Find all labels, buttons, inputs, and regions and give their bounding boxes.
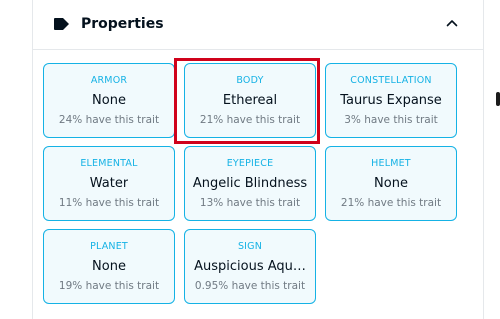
trait-type: ARMOR	[90, 74, 128, 86]
trait-type: HELMET	[371, 157, 411, 169]
trait-value: Auspicious Aqu…	[194, 258, 306, 274]
trait-rarity: 24% have this trait	[58, 113, 160, 126]
trait-card-elemental[interactable]: ELEMENTAL Water 11% have this trait	[43, 146, 175, 221]
trait-value: Ethereal	[222, 92, 278, 108]
scroll-indicator[interactable]	[496, 92, 500, 106]
trait-rarity: 21% have this trait	[199, 113, 301, 126]
trait-card-eyepiece[interactable]: EYEPIECE Angelic Blindness 13% have this…	[184, 146, 316, 221]
trait-type: ELEMENTAL	[80, 157, 138, 169]
properties-header[interactable]: Properties	[33, 0, 483, 50]
tag-icon	[54, 18, 69, 30]
trait-value: None	[92, 258, 126, 274]
trait-type: SIGN	[237, 240, 263, 252]
traits-grid: ARMOR None 24% have this trait BODY Ethe…	[43, 63, 457, 304]
trait-card-body[interactable]: BODY Ethereal 21% have this trait	[184, 63, 316, 138]
trait-type: EYEPIECE	[226, 157, 274, 169]
trait-rarity: 3% have this trait	[344, 113, 438, 126]
trait-value: None	[92, 92, 126, 108]
trait-rarity: 13% have this trait	[199, 196, 301, 209]
trait-rarity: 11% have this trait	[58, 196, 160, 209]
trait-type: PLANET	[90, 240, 128, 252]
trait-value: None	[374, 175, 408, 191]
trait-rarity: 19% have this trait	[58, 279, 160, 292]
trait-rarity: 0.95% have this trait	[194, 279, 306, 292]
trait-card-constellation[interactable]: CONSTELLATION Taurus Expanse 3% have thi…	[325, 63, 457, 138]
trait-card-armor[interactable]: ARMOR None 24% have this trait	[43, 63, 175, 138]
trait-type: CONSTELLATION	[350, 74, 432, 86]
properties-title: Properties	[81, 16, 164, 32]
trait-card-helmet[interactable]: HELMET None 21% have this trait	[325, 146, 457, 221]
properties-panel: Properties ARMOR None 24% have this trai…	[32, 0, 484, 319]
trait-value: Angelic Blindness	[192, 175, 308, 191]
trait-value: Water	[89, 175, 129, 191]
chevron-up-icon[interactable]	[446, 18, 458, 28]
trait-type: BODY	[236, 74, 264, 86]
trait-rarity: 21% have this trait	[340, 196, 442, 209]
trait-value: Taurus Expanse	[340, 92, 442, 108]
trait-card-planet[interactable]: PLANET None 19% have this trait	[43, 229, 175, 304]
trait-card-sign[interactable]: SIGN Auspicious Aqu… 0.95% have this tra…	[184, 229, 316, 304]
